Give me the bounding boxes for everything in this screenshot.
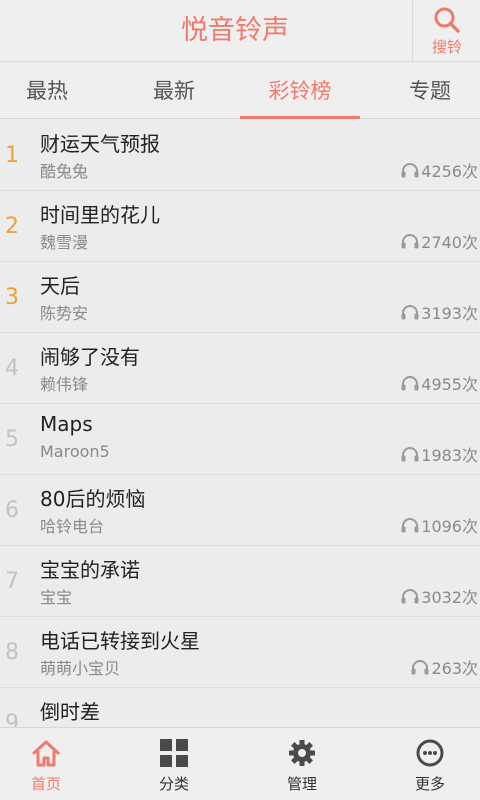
more-icon <box>416 739 444 767</box>
play-count-value: 3193次 <box>421 304 478 323</box>
app-title: 悦音铃声 <box>181 15 289 46</box>
play-count: 3193次 <box>400 300 478 324</box>
artist-name: 萌萌小宝贝 <box>40 659 121 678</box>
artist-name: 哈铃电台 <box>40 517 105 536</box>
tab-new[interactable]: 最新 <box>114 63 234 119</box>
rank-number: 8 <box>5 640 19 665</box>
tab-hot[interactable]: 最热 <box>0 63 107 119</box>
song-title: 电话已转接到火星 <box>40 629 200 653</box>
rank-number: 5 <box>5 427 19 452</box>
gear-icon <box>289 740 315 766</box>
list-item[interactable]: 9 倒时差 <box>0 688 480 727</box>
play-count-value: 4955次 <box>421 375 478 394</box>
song-title: Maps <box>40 412 93 436</box>
headphones-icon <box>401 447 419 462</box>
list-item[interactable]: 5 Maps Maroon5 1983次 <box>0 404 480 475</box>
artist-name: 魏雪漫 <box>40 233 89 252</box>
nav-home[interactable]: 首页 <box>0 728 106 800</box>
list-item[interactable]: 4 闹够了没有 赖伟锋 4955次 <box>0 333 480 404</box>
headphones-icon <box>401 518 419 533</box>
bottom-nav: 首页 分类 管理 更多 <box>0 727 480 800</box>
play-count-value: 4256次 <box>421 162 478 181</box>
list-item[interactable]: 7 宝宝的承诺 宝宝 3032次 <box>0 546 480 617</box>
play-count: 2740次 <box>400 229 478 253</box>
rank-number: 2 <box>5 214 19 239</box>
play-count: 1096次 <box>400 513 478 537</box>
headphones-icon <box>401 305 419 320</box>
headphones-icon <box>401 163 419 178</box>
rank-number: 3 <box>5 285 19 310</box>
app-header: 悦音铃声 搜铃 <box>0 0 480 62</box>
artist-name: Maroon5 <box>40 442 110 461</box>
play-count: 4955次 <box>400 371 478 395</box>
play-count: 263次 <box>410 655 478 679</box>
list-item[interactable]: 3 天后 陈势安 3193次 <box>0 262 480 333</box>
rank-number: 1 <box>5 143 19 168</box>
rank-number: 9 <box>5 711 19 727</box>
nav-manage[interactable]: 管理 <box>242 728 362 800</box>
play-count: 4256次 <box>400 158 478 182</box>
search-label: 搜铃 <box>431 38 462 56</box>
search-icon <box>434 7 460 33</box>
nav-manage-label: 管理 <box>286 775 317 793</box>
search-button[interactable]: 搜铃 <box>412 0 480 62</box>
home-icon <box>32 740 60 767</box>
play-count: 3032次 <box>400 584 478 608</box>
grid-icon <box>160 739 188 767</box>
play-count-value: 1983次 <box>421 446 478 465</box>
nav-more[interactable]: 更多 <box>370 728 480 800</box>
rank-number: 4 <box>5 356 19 381</box>
play-count: 1983次 <box>400 442 478 466</box>
headphones-icon <box>411 660 429 675</box>
headphones-icon <box>401 234 419 249</box>
artist-name: 酷兔兔 <box>40 162 89 181</box>
artist-name: 赖伟锋 <box>40 375 89 394</box>
rank-number: 7 <box>5 569 19 594</box>
song-title: 财运天气预报 <box>40 132 160 156</box>
category-tabs: 最热 最新 彩铃榜 专题 <box>0 63 480 119</box>
song-title: 80后的烦恼 <box>40 487 146 511</box>
list-item[interactable]: 2 时间里的花儿 魏雪漫 2740次 <box>0 191 480 262</box>
nav-categories[interactable]: 分类 <box>114 728 234 800</box>
artist-name: 宝宝 <box>40 588 73 607</box>
song-title: 倒时差 <box>40 700 100 724</box>
song-title: 时间里的花儿 <box>40 203 160 227</box>
tab-ringback-chart[interactable]: 彩铃榜 <box>240 63 360 119</box>
song-title: 宝宝的承诺 <box>40 558 140 582</box>
song-title: 天后 <box>40 274 80 298</box>
headphones-icon <box>401 589 419 604</box>
play-count-value: 1096次 <box>421 517 478 536</box>
nav-more-label: 更多 <box>414 775 445 793</box>
tab-topics[interactable]: 专题 <box>370 63 480 119</box>
list-item[interactable]: 6 80后的烦恼 哈铃电台 1096次 <box>0 475 480 546</box>
play-count-value: 2740次 <box>421 233 478 252</box>
nav-categories-label: 分类 <box>158 775 189 793</box>
play-count-value: 263次 <box>431 659 478 678</box>
song-title: 闹够了没有 <box>40 345 140 369</box>
nav-home-label: 首页 <box>30 775 61 793</box>
ringtone-list: 1 财运天气预报 酷兔兔 4256次 2 时间里的花儿 魏雪漫 2740次 3 … <box>0 120 480 727</box>
artist-name: 陈势安 <box>40 304 89 323</box>
list-item[interactable]: 8 电话已转接到火星 萌萌小宝贝 263次 <box>0 617 480 688</box>
rank-number: 6 <box>5 498 19 523</box>
headphones-icon <box>401 376 419 391</box>
list-item[interactable]: 1 财运天气预报 酷兔兔 4256次 <box>0 120 480 191</box>
play-count-value: 3032次 <box>421 588 478 607</box>
